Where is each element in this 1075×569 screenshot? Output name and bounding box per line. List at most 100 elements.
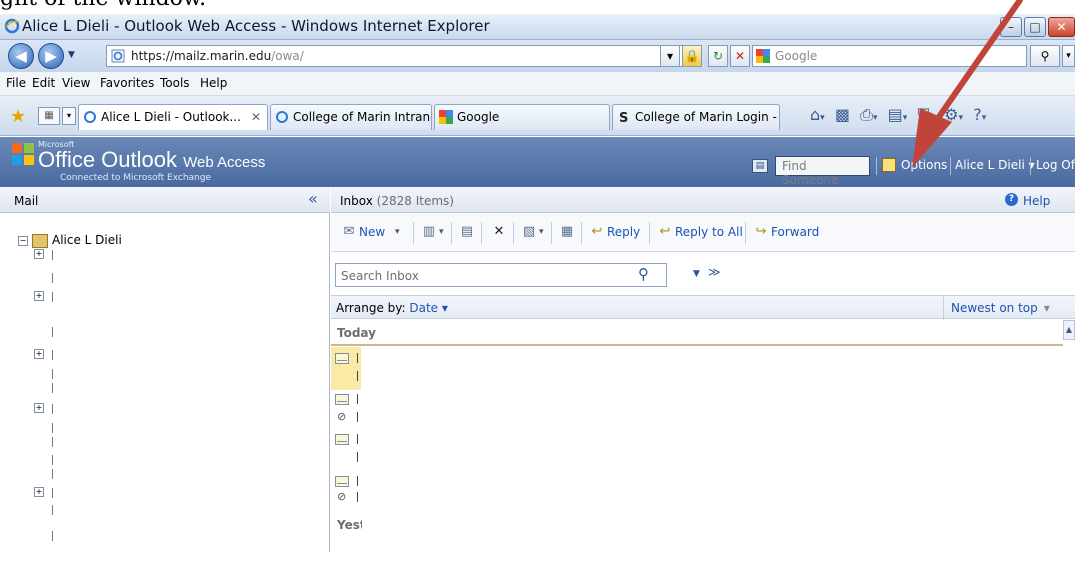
collapse-pane-button[interactable]: « xyxy=(308,189,318,208)
sort-order[interactable]: Newest on top ▾ xyxy=(951,301,1050,315)
expand-folder-icon[interactable]: + xyxy=(34,487,44,497)
reply-icon[interactable]: ↩ xyxy=(589,224,605,239)
tab-intranet[interactable]: College of Marin Intranet xyxy=(270,104,432,130)
menu-edit[interactable]: Edit xyxy=(32,76,55,90)
tab-com-login[interactable]: S College of Marin Login - ... xyxy=(612,104,780,130)
tab-google[interactable]: Google xyxy=(434,104,610,130)
folder-pane-header: Mail « xyxy=(0,187,330,213)
text-clip xyxy=(357,434,358,444)
address-book-icon[interactable]: ▤ xyxy=(752,159,768,173)
ie-tab-icon xyxy=(84,111,96,123)
move-copy-dropdown[interactable]: ▾ xyxy=(539,227,544,237)
web-search-button[interactable]: ⚲ xyxy=(1030,45,1060,67)
tab-list-dropdown[interactable]: ▾ xyxy=(62,107,76,125)
search-icon[interactable]: ⚲ xyxy=(638,265,649,283)
find-someone-input[interactable]: Find Someone xyxy=(775,156,870,187)
header-divider xyxy=(950,157,951,175)
url-text: https://mailz.marin.edu/owa/ xyxy=(131,49,304,63)
options-link[interactable]: Options xyxy=(901,158,947,172)
move-copy-icon[interactable]: ▧ xyxy=(521,224,537,239)
recent-pages-dropdown[interactable]: ▼ xyxy=(68,50,75,60)
message-row[interactable]: ⊘ xyxy=(331,390,361,430)
back-button[interactable]: ◀ xyxy=(8,43,34,69)
tab-outlook[interactable]: Alice L Dieli - Outlook... ✕ xyxy=(78,104,268,130)
scrollbar-up-arrow[interactable]: ▲ xyxy=(1063,320,1075,340)
arrange-by[interactable]: Arrange by: Date ▾ xyxy=(336,301,448,315)
toolbar-separator xyxy=(413,222,414,244)
favorites-star-icon[interactable]: ★ xyxy=(10,106,26,127)
refresh-icon[interactable]: ↻ xyxy=(708,45,728,67)
search-options-dropdown[interactable]: ▾ xyxy=(1062,45,1075,67)
message-row[interactable] xyxy=(331,347,361,390)
reply-all-button[interactable]: Reply to All xyxy=(675,225,743,239)
minimize-button[interactable]: – xyxy=(1000,17,1022,37)
address-dropdown-button[interactable]: ▾ xyxy=(660,45,680,67)
options-icon[interactable] xyxy=(882,158,896,172)
check-messages-icon[interactable]: ▦ xyxy=(559,224,575,239)
expand-folder-icon[interactable]: + xyxy=(34,403,44,413)
unread-envelope-icon xyxy=(335,353,349,364)
quick-tabs-button[interactable]: ▦ xyxy=(38,107,60,125)
tools-gear-icon[interactable]: ⚙ xyxy=(944,105,958,124)
envelope-icon xyxy=(335,476,349,487)
feeds-icon[interactable]: ▩ xyxy=(835,105,850,124)
expand-folder-icon[interactable]: + xyxy=(34,249,44,259)
header-divider xyxy=(1030,157,1031,175)
forward-button[interactable]: Forward xyxy=(771,225,819,239)
menu-tools[interactable]: Tools xyxy=(160,76,190,90)
safety-icon[interactable]: ⛉ xyxy=(918,105,930,124)
arrange-label: Arrange by: xyxy=(336,301,406,315)
search-scope-dropdown[interactable]: ▼ xyxy=(693,269,700,279)
collapse-tree-icon[interactable]: − xyxy=(18,235,28,246)
message-row[interactable] xyxy=(331,430,361,470)
expand-search-icon[interactable]: ≫ xyxy=(708,265,721,279)
group-today-label: Today xyxy=(337,326,376,340)
logoff-link[interactable]: Log Off xyxy=(1036,158,1075,172)
folder-line xyxy=(52,273,54,283)
print-icon[interactable]: ⎙ xyxy=(860,105,873,124)
web-search-input[interactable]: Google xyxy=(752,45,1027,67)
tab-com-login-label: College of Marin Login - ... xyxy=(635,110,780,124)
menu-favorites[interactable]: Favorites xyxy=(100,76,154,90)
forward-icon[interactable]: ↪ xyxy=(753,224,769,239)
toolbar-separator xyxy=(551,222,552,244)
reply-all-icon[interactable]: ↩ xyxy=(657,224,673,239)
user-menu[interactable]: Alice L Dieli ▾ xyxy=(955,158,1035,172)
close-window-button[interactable]: ✕ xyxy=(1048,17,1075,37)
reading-pane-icon[interactable]: ▥ xyxy=(421,224,437,239)
new-button[interactable]: New xyxy=(359,225,385,239)
header-divider xyxy=(876,157,877,175)
maximize-button[interactable]: □ xyxy=(1024,17,1046,37)
move-to-folder-icon[interactable]: ▤ xyxy=(459,224,475,239)
page-icon[interactable]: ▤ xyxy=(888,105,903,124)
text-clip xyxy=(357,476,358,486)
menu-file[interactable]: File xyxy=(6,76,26,90)
lock-icon[interactable]: 🔒 xyxy=(682,45,702,67)
mail-label: Mail xyxy=(14,194,39,208)
reply-button[interactable]: Reply xyxy=(607,225,640,239)
help-link[interactable]: Help xyxy=(1023,194,1050,208)
help-icon[interactable]: ? xyxy=(1005,193,1018,206)
new-message-icon[interactable]: ✉ xyxy=(341,224,357,239)
expand-folder-icon[interactable]: + xyxy=(34,291,44,301)
inbox-count: (2828 Items) xyxy=(376,194,454,208)
reading-pane-dropdown[interactable]: ▾ xyxy=(439,227,444,237)
toolbar-separator xyxy=(513,222,514,244)
expand-folder-icon[interactable]: + xyxy=(34,349,44,359)
menu-help[interactable]: Help xyxy=(200,76,227,90)
home-icon[interactable]: ⌂ xyxy=(810,105,820,124)
inbox-pane: Inbox (2828 Items) ? Help ✉ New ▾ ▥ ▾ ▤ … xyxy=(331,187,1075,569)
search-inbox-input[interactable]: Search Inbox ⚲ xyxy=(335,263,667,287)
new-dropdown[interactable]: ▾ xyxy=(395,227,400,237)
tab-bar: ★ ▦ ▾ Alice L Dieli - Outlook... ✕ Colle… xyxy=(0,96,1075,136)
menu-view[interactable]: View xyxy=(62,76,90,90)
message-row[interactable]: ⊘ xyxy=(331,470,361,510)
forward-button[interactable]: ▶ xyxy=(38,43,64,69)
address-bar[interactable]: https://mailz.marin.edu/owa/ xyxy=(106,45,696,67)
delete-icon[interactable]: ✕ xyxy=(491,224,507,239)
help-ie-icon[interactable]: ? xyxy=(973,105,982,124)
tab-close-icon[interactable]: ✕ xyxy=(251,105,261,129)
ie-tab-icon xyxy=(276,111,288,123)
stop-icon[interactable]: ✕ xyxy=(730,45,750,67)
text-clip xyxy=(357,492,358,502)
